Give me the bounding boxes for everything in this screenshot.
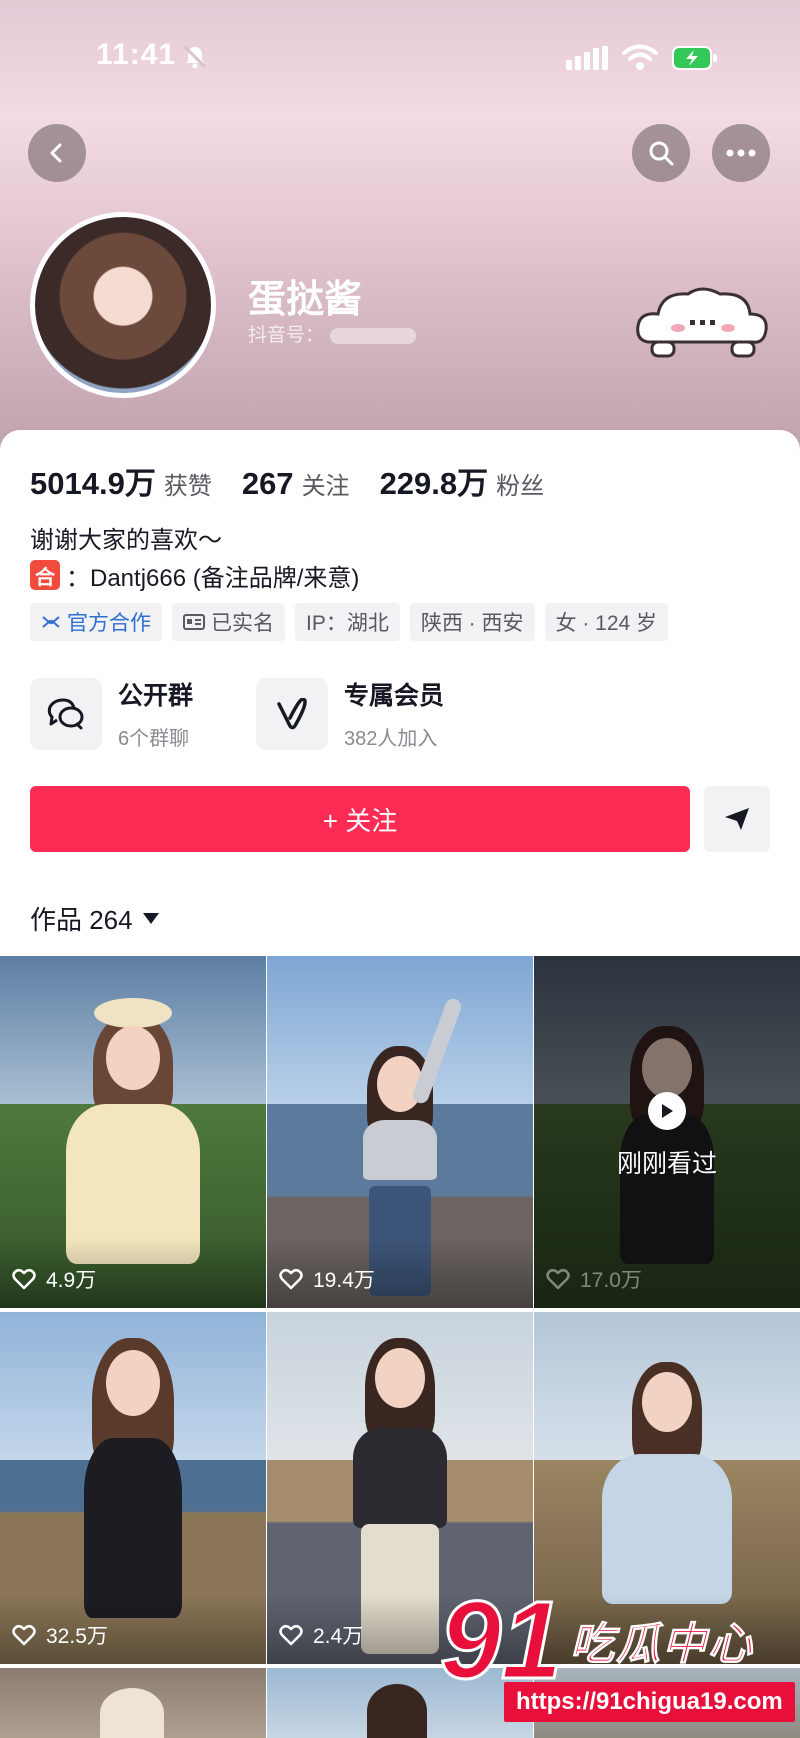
- like-count-text: 32.5万: [46, 1625, 108, 1648]
- video-tile[interactable]: 4.9万: [0, 956, 266, 1308]
- handshake-icon: [42, 616, 60, 628]
- likes-count: 5014.9万: [30, 466, 156, 501]
- feature-icon-box: [30, 677, 102, 750]
- recently-watched: 刚刚看过: [534, 1092, 800, 1180]
- watermark-url: https://91chigua19.com: [504, 1682, 795, 1722]
- public-group-entry[interactable]: 公开群 6个群聊: [30, 676, 193, 751]
- search-icon: [649, 141, 674, 166]
- douyin-id: 抖音号：: [248, 320, 417, 347]
- tag-location[interactable]: 陕西 · 西安: [409, 603, 535, 641]
- video-tile[interactable]: [0, 1668, 266, 1738]
- profile-name: 蛋挞酱: [248, 279, 363, 321]
- heart-outline-icon: [12, 1269, 36, 1290]
- tag-official-cooperation[interactable]: 官方合作: [30, 603, 162, 641]
- following-label[interactable]: 关注: [302, 466, 350, 501]
- heart-outline-icon: [12, 1625, 36, 1646]
- membership-entry[interactable]: 专属会员 382人加入: [256, 676, 444, 751]
- watermark-name: 吃瓜中心: [570, 1620, 754, 1670]
- like-count: 32.5万: [12, 1620, 108, 1650]
- works-tab[interactable]: 作品 264: [30, 900, 159, 937]
- cooperation-badge: 合: [30, 560, 60, 590]
- feature-title: 公开群: [118, 682, 194, 710]
- works-label: 作品 264: [30, 905, 133, 935]
- play-icon: [648, 1092, 686, 1130]
- more-button[interactable]: [712, 124, 770, 182]
- share-button[interactable]: [704, 786, 770, 852]
- followers-label[interactable]: 粉丝: [496, 466, 544, 501]
- feature-subtitle: 6个群聊: [118, 728, 190, 750]
- like-count-text: 4.9万: [46, 1269, 97, 1292]
- follow-button[interactable]: + 关注: [30, 786, 690, 852]
- video-tile[interactable]: 32.5万: [0, 1312, 266, 1664]
- feature-subtitle: 382人加入: [344, 728, 438, 750]
- muted-bell-icon: [183, 45, 207, 69]
- heart-outline-icon: [546, 1269, 570, 1290]
- like-count: 19.4万: [279, 1264, 375, 1294]
- battery-charging-icon: [672, 46, 717, 70]
- chat-bubbles-icon: [47, 697, 84, 729]
- heart-outline-icon: [279, 1625, 303, 1646]
- tag-label: 官方合作: [67, 612, 151, 635]
- followers-count[interactable]: 229.8万: [380, 458, 489, 503]
- mascot-sticker-icon: [636, 287, 768, 358]
- watermark-number: 91: [438, 1579, 563, 1702]
- status-bar: 11:41: [0, 0, 800, 110]
- tag-gender-age: 女 · 124 岁: [544, 603, 669, 641]
- feature-icon-box: [256, 677, 328, 750]
- tag-label: 已实名: [211, 612, 274, 635]
- status-time: 11:41: [96, 38, 177, 71]
- like-count: 2.4万: [279, 1620, 363, 1650]
- like-count: 4.9万: [12, 1264, 96, 1294]
- more-dots-icon: [726, 149, 756, 157]
- chevron-left-icon: [50, 143, 62, 163]
- business-contact: 合 ：Dantj666 (备注品牌/来意): [30, 558, 359, 592]
- like-count: 17.0万: [546, 1264, 642, 1294]
- back-button[interactable]: [28, 124, 86, 182]
- stats-row: 5014.9万 获赞 267 关注 229.8万 粉丝: [30, 458, 574, 503]
- search-button[interactable]: [632, 124, 690, 182]
- bio-text: 谢谢大家的喜欢～: [30, 527, 222, 554]
- likes-label: 获赞: [163, 473, 212, 500]
- blurred-id: [330, 327, 417, 344]
- like-count-text: 19.4万: [313, 1269, 375, 1292]
- video-tile[interactable]: 19.4万: [267, 956, 533, 1308]
- feature-title: 专属会员: [344, 682, 445, 710]
- recently-watched-label: 刚刚看过: [616, 1150, 717, 1178]
- v-membership-icon: [277, 697, 307, 729]
- wifi-icon: [622, 44, 658, 70]
- send-arrow-icon: [725, 808, 749, 830]
- heart-outline-icon: [279, 1269, 303, 1290]
- avatar[interactable]: [30, 212, 216, 398]
- caret-down-icon: [142, 913, 159, 924]
- id-card-icon: [183, 614, 205, 630]
- signal-icon: [566, 46, 608, 70]
- site-watermark: 91 吃瓜中心 https://91chigua19.com: [438, 1579, 795, 1734]
- tag-verified[interactable]: 已实名: [172, 603, 285, 641]
- douyin-id-label: 抖音号：: [248, 325, 325, 346]
- tag-ip-location: IP：湖北: [295, 603, 400, 641]
- business-contact-text: ：Dantj666 (备注品牌/来意): [66, 564, 360, 592]
- like-count-text: 2.4万: [313, 1625, 364, 1648]
- video-tile[interactable]: 刚刚看过 17.0万: [534, 956, 800, 1308]
- like-count-text: 17.0万: [580, 1269, 642, 1292]
- profile-tags: 官方合作 已实名 IP：湖北 陕西 · 西安 女 · 124 岁: [30, 603, 669, 641]
- following-count[interactable]: 267: [242, 466, 294, 502]
